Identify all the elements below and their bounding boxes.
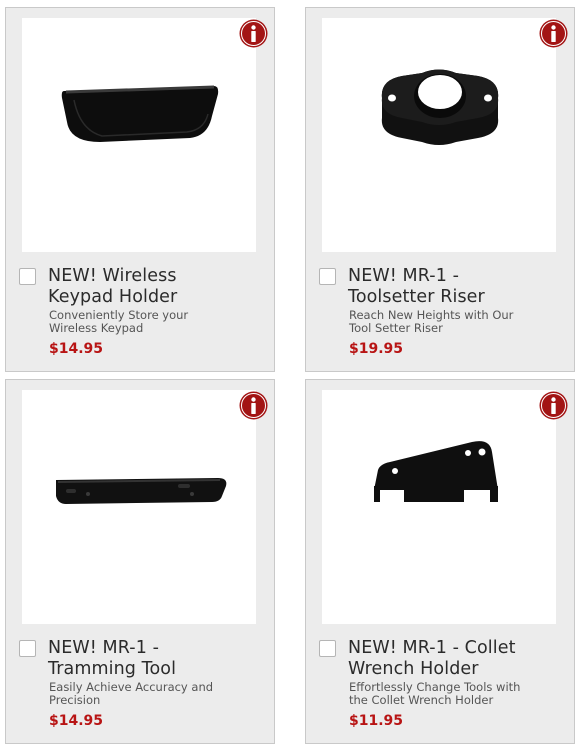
compare-checkbox[interactable] bbox=[319, 268, 336, 285]
product-card: NEW! MR-1 - Tramming Tool Easily Achieve… bbox=[5, 379, 275, 744]
product-description-line: Precision bbox=[49, 693, 101, 707]
info-icon[interactable] bbox=[539, 19, 568, 48]
product-card: NEW! MR-1 - Toolsetter Riser Reach New H… bbox=[305, 7, 575, 372]
product-price: $11.95 bbox=[349, 713, 404, 729]
keypad-holder-image bbox=[61, 85, 219, 142]
product-image[interactable] bbox=[322, 18, 556, 252]
product-description-line: the Collet Wrench Holder bbox=[349, 693, 494, 707]
product-title-line: Tramming Tool bbox=[48, 659, 177, 679]
product-description: Effortlessly Change Tools with the Colle… bbox=[349, 681, 571, 707]
product-title[interactable]: NEW! MR-1 - Collet Wrench Holder bbox=[348, 638, 570, 680]
info-icon[interactable] bbox=[539, 391, 568, 420]
info-icon[interactable] bbox=[239, 391, 268, 420]
product-image[interactable] bbox=[22, 18, 256, 252]
product-title[interactable]: NEW! MR-1 - Tramming Tool bbox=[48, 638, 270, 680]
product-description: Easily Achieve Accuracy and Precision bbox=[49, 681, 271, 707]
product-description: Conveniently Store your Wireless Keypad bbox=[49, 309, 271, 335]
product-title[interactable]: NEW! MR-1 - Toolsetter Riser bbox=[348, 266, 570, 308]
product-card: NEW! MR-1 - Collet Wrench Holder Effortl… bbox=[305, 379, 575, 744]
product-title-line: Keypad Holder bbox=[48, 287, 178, 307]
product-grid: NEW! Wireless Keypad Holder Conveniently… bbox=[0, 0, 585, 750]
product-price: $14.95 bbox=[49, 341, 104, 357]
tramming-tool-image bbox=[56, 478, 227, 504]
product-description-line: Tool Setter Riser bbox=[349, 321, 443, 335]
product-title-line: NEW! MR-1 - bbox=[48, 638, 160, 658]
info-icon[interactable] bbox=[239, 19, 268, 48]
product-price: $14.95 bbox=[49, 713, 104, 729]
compare-checkbox[interactable] bbox=[19, 268, 36, 285]
product-title-line: NEW! Wireless bbox=[48, 266, 177, 286]
product-price: $19.95 bbox=[349, 341, 404, 357]
product-card: NEW! Wireless Keypad Holder Conveniently… bbox=[5, 7, 275, 372]
product-description-line: Wireless Keypad bbox=[49, 321, 144, 335]
product-image[interactable] bbox=[22, 390, 256, 624]
product-title-line: Wrench Holder bbox=[348, 659, 479, 679]
compare-checkbox[interactable] bbox=[19, 640, 36, 657]
product-title-line: Toolsetter Riser bbox=[348, 287, 485, 307]
product-title-line: NEW! MR-1 - Collet bbox=[348, 638, 516, 658]
product-description: Reach New Heights with Our Tool Setter R… bbox=[349, 309, 571, 335]
compare-checkbox[interactable] bbox=[319, 640, 336, 657]
product-title-line: NEW! MR-1 - bbox=[348, 266, 460, 286]
product-title[interactable]: NEW! Wireless Keypad Holder bbox=[48, 266, 270, 308]
collet-wrench-holder-image bbox=[374, 441, 498, 502]
product-image[interactable] bbox=[322, 390, 556, 624]
toolsetter-riser-image bbox=[381, 69, 499, 145]
